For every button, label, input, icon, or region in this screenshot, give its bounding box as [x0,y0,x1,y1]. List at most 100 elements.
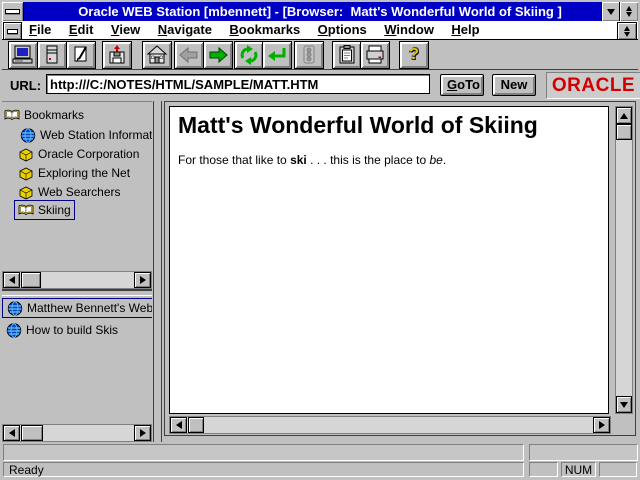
minimize-button[interactable] [601,2,620,21]
scroll-right-icon [140,276,146,284]
history-horizontal-scrollbar[interactable] [2,424,152,442]
forward-button[interactable] [203,41,233,69]
workstation-button[interactable] [8,41,38,69]
bookmarks-horizontal-scrollbar[interactable] [2,271,152,289]
scrollbar-thumb[interactable] [21,425,43,441]
scroll-left-icon [9,276,15,284]
menu-view[interactable]: View [111,21,140,39]
scroll-down-button[interactable] [616,396,632,413]
bookmark-item-web-searchers[interactable]: Web Searchers [18,183,120,201]
scroll-left-button[interactable] [170,417,187,433]
return-button[interactable] [262,41,292,69]
scroll-left-icon [9,429,15,437]
edit-page-button[interactable] [66,41,96,69]
print-icon [364,45,386,65]
reload-button[interactable] [234,41,264,69]
scroll-right-button[interactable] [593,417,610,433]
stop-button[interactable] [294,41,324,69]
control-menu-button[interactable] [2,2,24,21]
paragraph-bold-text: ski [290,153,307,167]
menu-help[interactable]: Help [451,21,479,39]
reload-icon [238,45,260,65]
restore-up-icon [626,6,632,11]
book-icon [18,147,34,162]
url-input[interactable] [46,74,430,94]
scrollbar-thumb[interactable] [188,417,204,433]
document-control-menu-button[interactable] [3,22,22,40]
bookmark-root-label: Bookmarks [24,108,84,122]
back-button[interactable] [174,41,204,69]
web-page: Matt's Wonderful World of Skiing For tho… [169,106,609,414]
doc-restore-down-icon [624,32,630,37]
paragraph-text: . [443,153,446,167]
globe-icon [20,128,36,143]
oracle-logo: ORACLE [546,72,640,99]
num-lock-indicator: NUM [561,462,596,477]
scroll-left-button[interactable] [3,272,20,288]
home-button[interactable] [142,41,172,69]
menu-options[interactable]: Options [318,21,367,39]
menu-window[interactable]: Window [384,21,434,39]
open-book-icon [18,203,34,218]
bookmark-item-skiing[interactable]: Skiing [14,200,75,220]
restore-button[interactable] [619,2,638,21]
minimize-icon [607,9,615,15]
back-arrow-icon [178,45,200,65]
scroll-right-button[interactable] [134,425,151,441]
menu-edit[interactable]: Edit [69,21,94,39]
document-restore-button[interactable] [617,22,637,40]
menu-navigate[interactable]: Navigate [158,21,212,39]
url-label: URL: [10,78,41,93]
scroll-right-icon [140,429,146,437]
message-bar [0,444,640,461]
sidebar-panel-divider [2,289,152,296]
bookmarks-panel: Bookmarks Web Station Information Oracle… [2,101,152,272]
server-icon [41,45,63,65]
history-label: How to build Skis [26,323,118,337]
server-button[interactable] [37,41,67,69]
workstation-icon [12,45,34,65]
paragraph-italic-text: be [429,153,442,167]
scrollbar-thumb[interactable] [21,272,41,288]
history-item-how-to-build-skis[interactable]: How to build Skis [6,321,150,339]
bookmark-label: Oracle Corporation [38,147,139,161]
copy-button[interactable] [332,41,362,69]
window-title: Oracle WEB Station [mbennett] - [Browser… [42,2,598,21]
bookmark-item-exploring-the-net[interactable]: Exploring the Net [18,164,130,182]
goto-button[interactable]: GoTo [440,74,484,96]
help-icon: ? [409,46,419,64]
page-horizontal-scrollbar[interactable] [169,416,611,434]
bookmark-item-web-station-information[interactable]: Web Station Information [20,126,152,144]
menu-bookmarks[interactable]: Bookmarks [229,21,300,39]
scroll-left-button[interactable] [3,425,20,441]
scroll-up-icon [620,113,628,119]
status-bar: Ready NUM [0,462,640,478]
message-field [3,444,524,461]
page-vertical-scrollbar[interactable] [615,106,633,414]
control-menu-icon [5,9,20,14]
help-button[interactable]: ? [399,41,429,69]
bookmark-label: Exploring the Net [38,166,130,180]
scroll-right-icon [599,421,605,429]
bookmark-root[interactable]: Bookmarks [4,106,84,124]
new-button[interactable]: New [492,74,536,96]
history-item-matthew-bennetts-web-page[interactable]: Matthew Bennett's Web Pa [2,298,152,318]
print-button[interactable] [360,41,390,69]
restore-down-icon [626,12,632,17]
return-icon [266,45,288,65]
menu-file[interactable]: File [29,21,51,39]
bookmark-item-oracle-corporation[interactable]: Oracle Corporation [18,145,139,163]
status-cell-empty-2 [599,462,637,477]
scroll-down-icon [620,402,628,408]
save-upload-icon [106,45,128,65]
save-upload-button[interactable] [102,41,132,69]
home-icon [146,45,168,65]
paragraph-text: For those that like to [178,153,290,167]
url-bar: URL: GoTo New ORACLE [2,70,638,100]
oracle-logo-text: ORACLE [552,75,635,97]
status-cell-empty-1 [529,462,558,477]
sidebar-main-divider[interactable] [153,101,162,442]
scrollbar-thumb[interactable] [616,124,632,140]
scroll-up-button[interactable] [616,107,632,124]
scroll-right-button[interactable] [134,272,151,288]
